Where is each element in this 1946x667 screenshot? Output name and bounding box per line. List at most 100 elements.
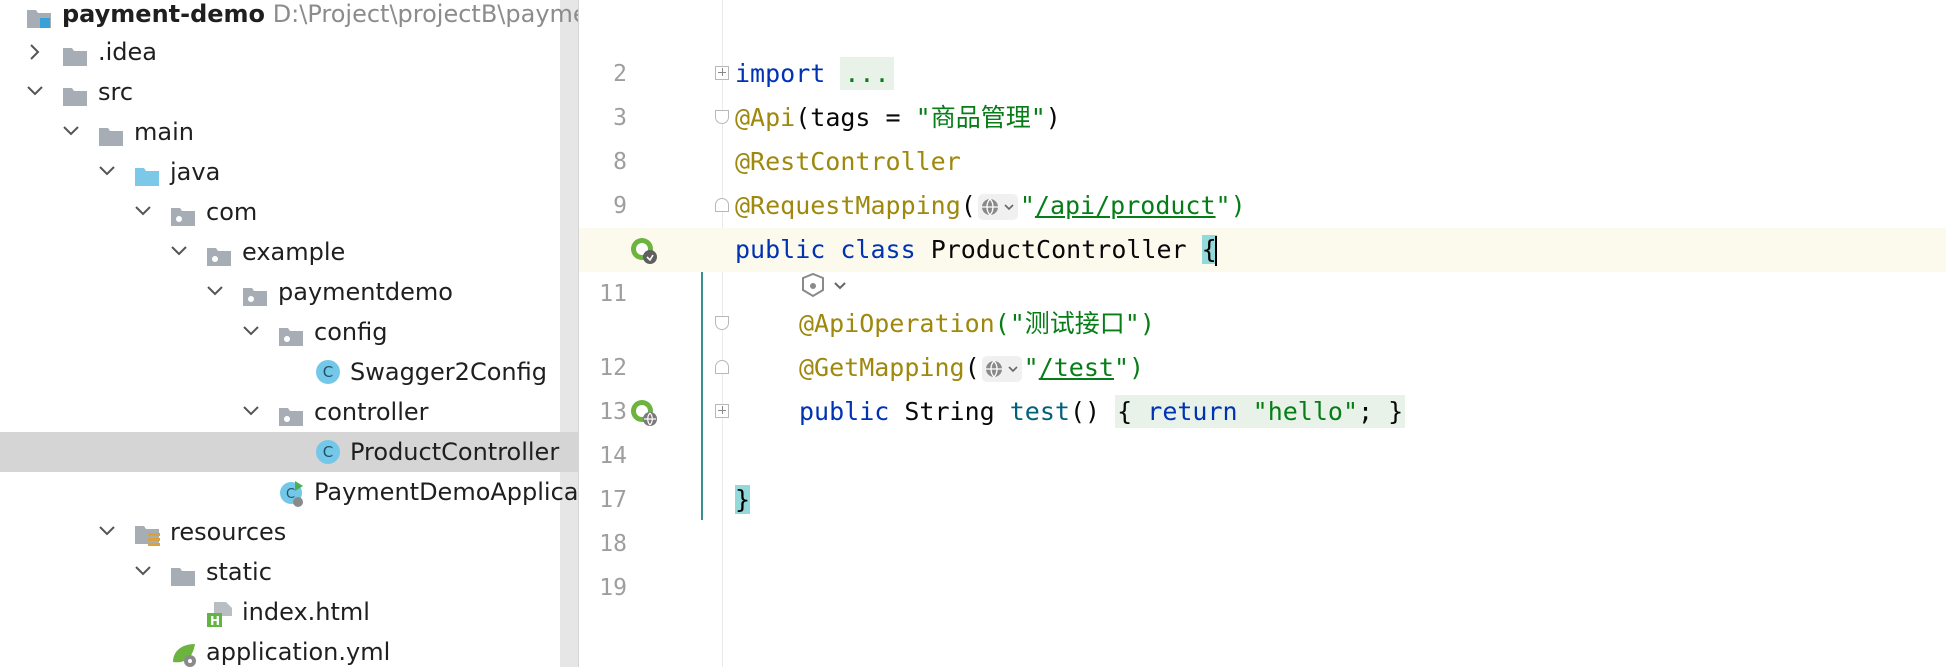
fold-expand-icon[interactable] — [715, 404, 729, 418]
get-path-link[interactable]: /test — [1039, 353, 1114, 382]
api-tags-value: "商品管理" — [915, 103, 1046, 132]
html-file-icon: H — [206, 600, 232, 628]
web-endpoint-icon[interactable] — [981, 356, 1022, 382]
code-line-8[interactable]: 8 @Api(tags = "商品管理") — [579, 96, 1946, 175]
method-name: test — [1009, 397, 1070, 426]
resources-folder-icon — [134, 520, 160, 546]
class-keyword: class — [840, 235, 916, 264]
fold-expand-icon[interactable] — [715, 66, 729, 80]
tree-row-root[interactable]: payment-demo D:\Project\projectB\paymen — [0, 0, 578, 34]
chevron-down-icon[interactable] — [238, 312, 264, 352]
tree-row-example[interactable]: example — [0, 232, 578, 272]
folded-imports[interactable]: ... — [840, 57, 894, 90]
paren-open: ( — [960, 191, 976, 220]
request-path-link[interactable]: /api/product — [1035, 191, 1216, 220]
fold-end-icon[interactable] — [715, 360, 729, 374]
code-line-19[interactable]: 19 — [579, 522, 1946, 601]
tree-row-application-yml[interactable]: application.yml — [0, 632, 578, 667]
tree-item-label: src — [98, 78, 134, 106]
spring-bean-gutter-icon[interactable] — [629, 236, 659, 266]
tree-row-src[interactable]: src — [0, 72, 578, 112]
folded-close-brace: } — [1388, 397, 1404, 426]
endpoint-inlay-hint-icon[interactable] — [799, 272, 851, 302]
method-parens: () — [1069, 397, 1101, 426]
tree-row-config[interactable]: config — [0, 312, 578, 352]
spring-config-file-icon — [170, 640, 196, 667]
java-class-icon: C — [316, 440, 340, 464]
import-keyword: import — [735, 59, 826, 88]
code-line-12[interactable]: 12 @ApiOperation("测试接口") — [579, 302, 1946, 381]
get-path-close: ") — [1113, 353, 1145, 382]
fold-collapse-icon[interactable] — [715, 316, 729, 330]
chevron-down-icon[interactable] — [130, 192, 156, 232]
package-icon — [242, 280, 268, 306]
endpoint-gutter-icon[interactable] — [629, 398, 659, 428]
paren-open: ( — [964, 353, 980, 382]
folder-icon — [62, 80, 88, 106]
tree-row-productcontroller[interactable]: C ProductController — [0, 432, 578, 472]
code-editor[interactable]: 2 3 import ... 8 @Api(tags = "商品管理") 9 @… — [579, 0, 1946, 667]
folder-icon — [98, 120, 124, 146]
fold-collapse-icon[interactable] — [715, 110, 729, 124]
code-line-2[interactable]: 2 — [579, 8, 1946, 87]
tree-item-label: example — [242, 238, 346, 266]
tree-item-label: controller — [314, 398, 429, 426]
tree-row-swagger2config[interactable]: C Swagger2Config — [0, 352, 578, 392]
web-endpoint-icon[interactable] — [977, 194, 1018, 220]
package-icon — [278, 320, 304, 346]
chevron-down-icon[interactable] — [130, 552, 156, 592]
code-line-13[interactable]: 13 @GetMapping("/test") — [579, 346, 1946, 425]
tree-item-label: application.yml — [206, 638, 391, 666]
java-class-icon: C — [316, 360, 340, 384]
chevron-right-icon[interactable] — [22, 32, 48, 72]
tree-item-label: index.html — [242, 598, 370, 626]
tree-item-label: .idea — [98, 38, 158, 66]
tree-row-index-html[interactable]: H index.html — [0, 592, 578, 632]
tree-item-label: static — [206, 558, 272, 586]
tree-item-label: ProductController — [350, 438, 560, 466]
tree-row-static[interactable]: static — [0, 552, 578, 592]
chevron-down-icon[interactable] — [238, 392, 264, 432]
public-keyword: public — [735, 235, 826, 264]
code-line-14[interactable]: 14 public String test() { return "hello"… — [579, 390, 1946, 469]
tree-item-label: com — [206, 198, 258, 226]
folder-icon — [170, 560, 196, 586]
folder-icon — [62, 40, 88, 66]
tree-row-paymentdemoapplication[interactable]: C PaymentDemoApplicat — [0, 472, 578, 512]
tree-row-paymentdemo[interactable]: paymentdemo — [0, 272, 578, 312]
fold-end-icon[interactable] — [715, 198, 729, 212]
api-args-close: ) — [1045, 103, 1061, 132]
code-line-3[interactable]: 3 import ... — [579, 52, 1946, 131]
chevron-down-icon[interactable] — [94, 152, 120, 192]
request-path-close: ") — [1215, 191, 1246, 220]
chevron-down-icon[interactable] — [166, 232, 192, 272]
chevron-down-icon[interactable] — [22, 72, 48, 112]
root-project-path: D:\Project\projectB\paymen — [272, 0, 579, 28]
semicolon: ; — [1358, 397, 1374, 426]
quote-open: " — [1019, 191, 1035, 220]
tree-row-com[interactable]: com — [0, 192, 578, 232]
code-line-10[interactable]: 10 @RequestMapping("/api/product") — [579, 184, 1946, 263]
tree-row-main[interactable]: main — [0, 112, 578, 152]
public-keyword: public — [799, 397, 890, 426]
package-icon — [278, 400, 304, 426]
tree-row-idea[interactable]: .idea — [0, 32, 578, 72]
tree-item-label: resources — [170, 518, 287, 546]
tree-item-label: Swagger2Config — [350, 358, 547, 386]
chevron-down-icon[interactable] — [94, 512, 120, 552]
tree-row-resources[interactable]: resources — [0, 512, 578, 552]
chevron-down-icon[interactable] — [58, 112, 84, 152]
quote-open: " — [1023, 353, 1039, 382]
tree-row-controller[interactable]: controller — [0, 392, 578, 432]
tree-row-java[interactable]: java — [0, 152, 578, 192]
return-value: "hello" — [1252, 397, 1358, 426]
chevron-down-icon[interactable] — [202, 272, 228, 312]
module-folder-icon — [26, 2, 52, 28]
source-folder-icon — [134, 160, 160, 186]
code-line-9[interactable]: 9 @RestController — [579, 140, 1946, 219]
folded-method-body[interactable]: { return "hello"; } — [1115, 395, 1406, 428]
code-line-17[interactable]: 17 — [579, 434, 1946, 513]
project-tree: payment-demo D:\Project\projectB\paymen … — [0, 0, 579, 667]
code-line-18[interactable]: 18 } — [579, 478, 1946, 557]
code-line-11[interactable]: 11 public class ProductController { — [579, 228, 1946, 307]
